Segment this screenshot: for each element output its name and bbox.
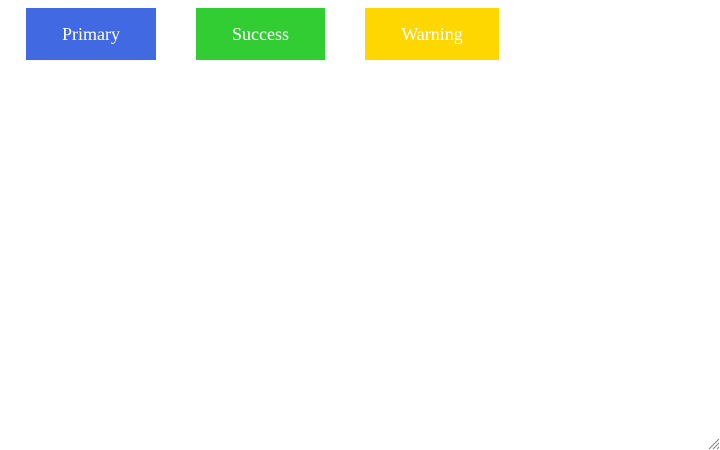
page: Primary Success Warning — [0, 0, 720, 450]
primary-button[interactable]: Primary — [26, 8, 156, 60]
success-button[interactable]: Success — [196, 8, 325, 60]
resize-grip-icon[interactable] — [706, 436, 720, 450]
warning-button[interactable]: Warning — [365, 8, 499, 60]
